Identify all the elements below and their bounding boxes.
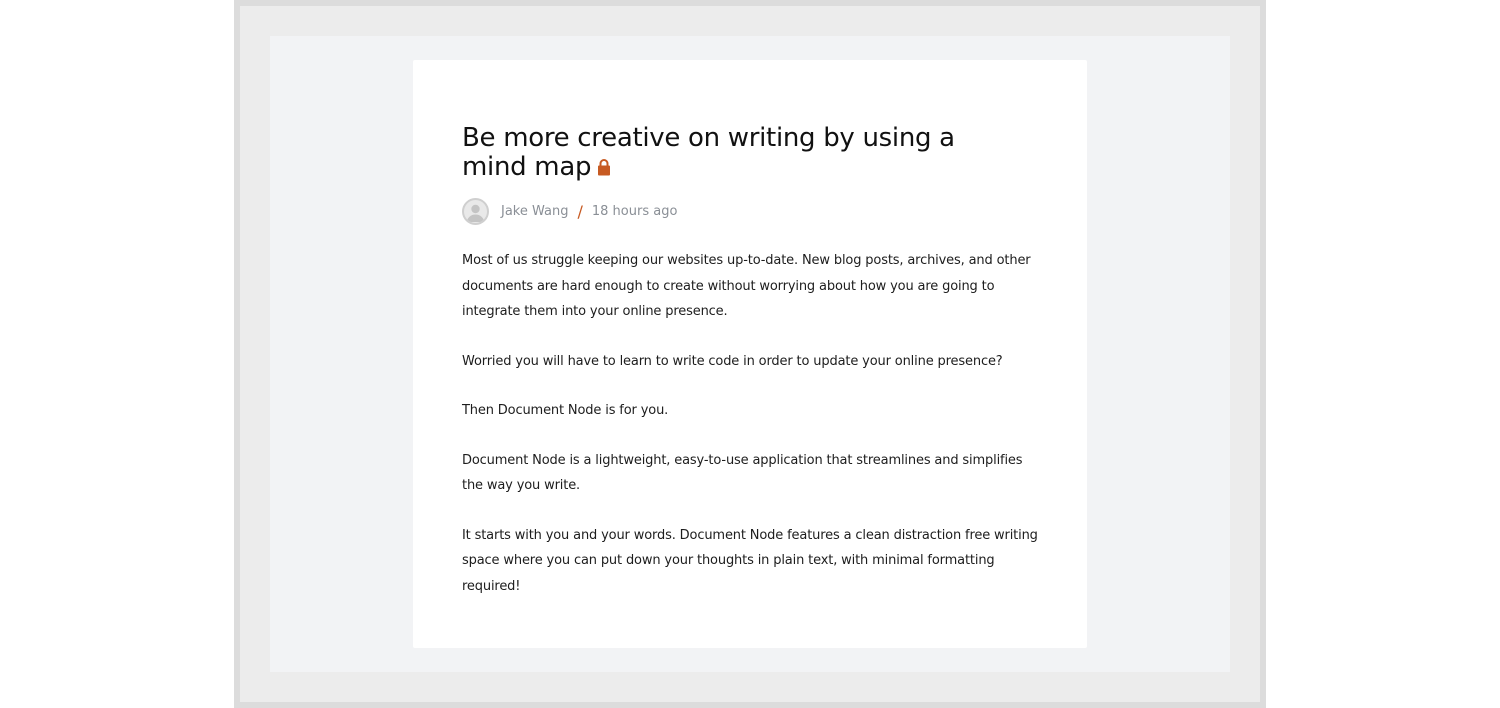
inner-frame: Be more creative on writing by using a m… [240, 6, 1260, 702]
paragraph: Document Node is a lightweight, easy-to-… [462, 452, 1023, 494]
lock-icon [597, 154, 611, 176]
post-card: Be more creative on writing by using a m… [413, 60, 1087, 648]
meta-separator: / [577, 201, 583, 221]
post-body: Most of us struggle keeping our websites… [462, 248, 1042, 599]
post-title: Be more creative on writing by using a m… [462, 124, 1022, 182]
paragraph: Worried you will have to learn to write … [462, 353, 1003, 369]
paragraph: It starts with you and your words. Docum… [462, 527, 1038, 594]
avatar[interactable] [462, 197, 489, 225]
post-time: 18 hours ago [591, 203, 678, 219]
paragraph: Then Document Node is for you. [462, 403, 669, 418]
post-title-text: Be more creative on writing by using a m… [462, 123, 955, 182]
paragraph: Most of us struggle keeping our websites… [462, 253, 1031, 319]
outer-frame: Be more creative on writing by using a m… [234, 0, 1266, 708]
post-meta: Jake Wang / 18 hours ago [462, 197, 1039, 225]
user-icon [467, 204, 484, 222]
author-name[interactable]: Jake Wang [501, 204, 568, 219]
page-background: Be more creative on writing by using a m… [270, 36, 1230, 672]
